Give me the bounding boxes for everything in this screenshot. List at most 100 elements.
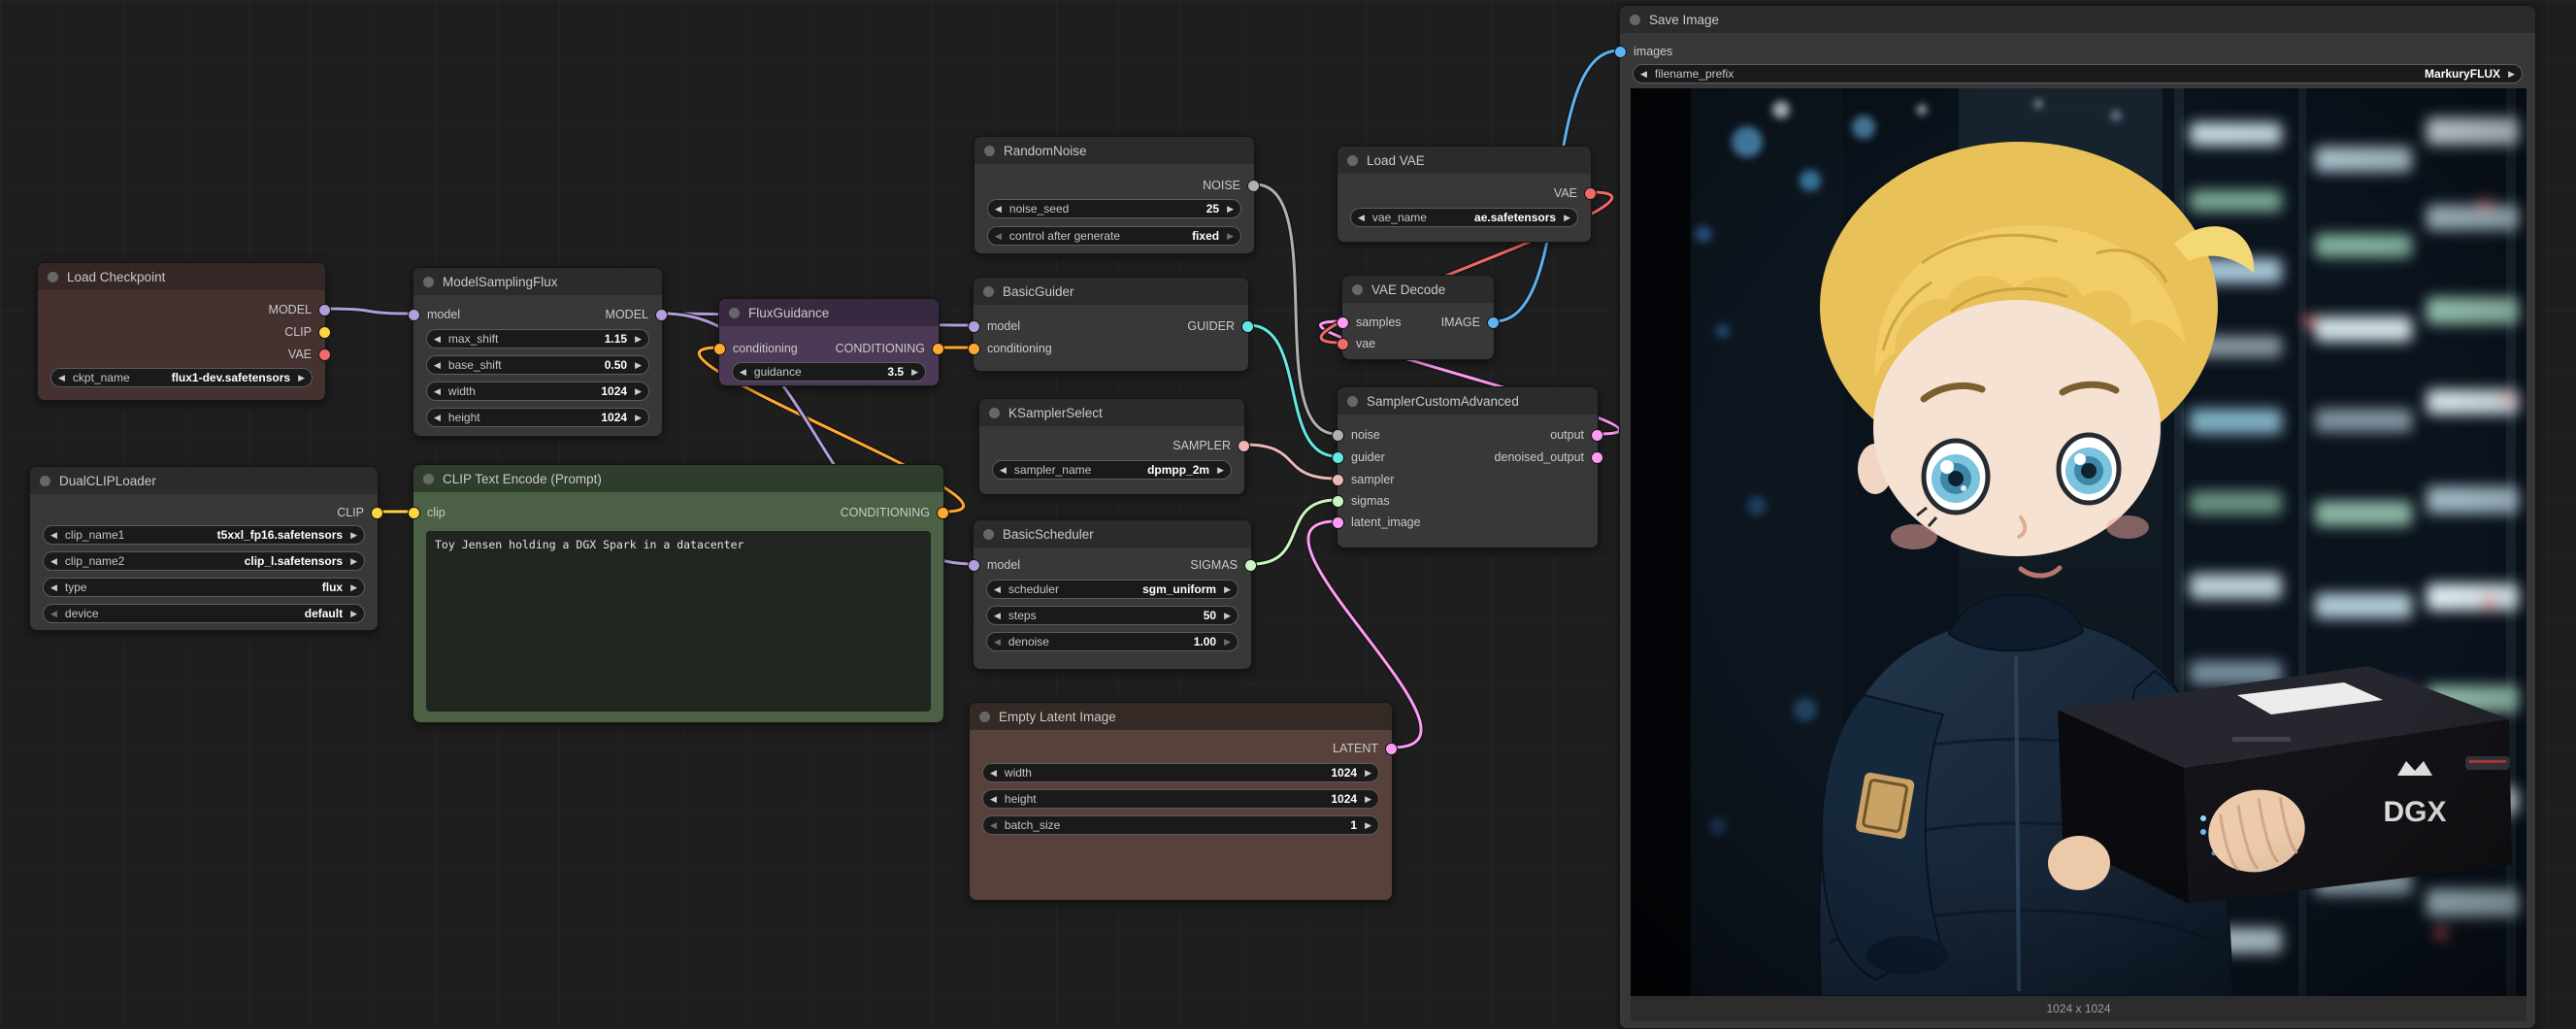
- collapse-dot-icon[interactable]: [40, 476, 50, 486]
- noise-input-dot[interactable]: [1333, 430, 1343, 441]
- widget-steps[interactable]: ◀steps50▶: [986, 606, 1238, 625]
- node-dual-clip-loader[interactable]: DualCLIPLoaderCLIP◀clip_name1t5xxl_fp16.…: [29, 466, 379, 631]
- decrement-arrow-icon[interactable]: ◀: [50, 610, 57, 618]
- node-model-sampling-flux[interactable]: ModelSamplingFluxmodelMODEL◀max_shift1.1…: [413, 267, 663, 437]
- sigmas-input-dot[interactable]: [1333, 496, 1343, 507]
- widget-batch_size[interactable]: ◀batch_size1▶: [982, 815, 1379, 835]
- node-save-image[interactable]: Save Imageimages◀filename_prefixMarkuryF…: [1619, 5, 2536, 1029]
- collapse-dot-icon[interactable]: [983, 286, 994, 297]
- increment-arrow-icon[interactable]: ▶: [635, 361, 642, 370]
- widget-device[interactable]: ◀devicedefault▶: [43, 604, 365, 623]
- collapse-dot-icon[interactable]: [983, 529, 994, 540]
- increment-arrow-icon[interactable]: ▶: [911, 368, 918, 377]
- SIGMAS-output-dot[interactable]: [1245, 560, 1256, 571]
- images-input-dot[interactable]: [1615, 47, 1626, 57]
- node-load-vae[interactable]: Load VAEVAE◀vae_nameae.safetensors▶: [1337, 146, 1592, 243]
- widget-base_shift[interactable]: ◀base_shift0.50▶: [426, 355, 649, 375]
- decrement-arrow-icon[interactable]: ◀: [434, 361, 441, 370]
- widget-height[interactable]: ◀height1024▶: [426, 408, 649, 427]
- increment-arrow-icon[interactable]: ▶: [1227, 232, 1234, 241]
- widget-max_shift[interactable]: ◀max_shift1.15▶: [426, 329, 649, 349]
- sampler-input-dot[interactable]: [1333, 475, 1343, 485]
- node-load-checkpoint[interactable]: Load CheckpointMODELCLIPVAE◀ckpt_nameflu…: [37, 262, 326, 401]
- node-header[interactable]: BasicScheduler: [974, 520, 1251, 548]
- decrement-arrow-icon[interactable]: ◀: [434, 414, 441, 422]
- decrement-arrow-icon[interactable]: ◀: [1358, 214, 1365, 222]
- decrement-arrow-icon[interactable]: ◀: [994, 585, 1001, 594]
- model-input-dot[interactable]: [969, 560, 979, 571]
- increment-arrow-icon[interactable]: ▶: [635, 387, 642, 396]
- increment-arrow-icon[interactable]: ▶: [2508, 70, 2515, 79]
- GUIDER-output-dot[interactable]: [1242, 321, 1253, 332]
- node-ksampler-select[interactable]: KSamplerSelectSAMPLER◀sampler_namedpmpp_…: [978, 398, 1245, 495]
- increment-arrow-icon[interactable]: ▶: [350, 583, 357, 592]
- node-header[interactable]: VAE Decode: [1342, 276, 1494, 303]
- decrement-arrow-icon[interactable]: ◀: [1640, 70, 1647, 79]
- collapse-dot-icon[interactable]: [1347, 396, 1358, 407]
- decrement-arrow-icon[interactable]: ◀: [740, 368, 746, 377]
- widget-scheduler[interactable]: ◀schedulersgm_uniform▶: [986, 580, 1238, 599]
- decrement-arrow-icon[interactable]: ◀: [434, 335, 441, 344]
- collapse-dot-icon[interactable]: [48, 272, 58, 282]
- widget-denoise[interactable]: ◀denoise1.00▶: [986, 632, 1238, 651]
- clip-input-dot[interactable]: [409, 508, 419, 518]
- decrement-arrow-icon[interactable]: ◀: [994, 638, 1001, 647]
- vae-input-dot[interactable]: [1338, 339, 1348, 349]
- IMAGE-output-dot[interactable]: [1488, 317, 1499, 328]
- node-header[interactable]: ModelSamplingFlux: [413, 268, 662, 295]
- conditioning-input-dot[interactable]: [714, 344, 725, 354]
- increment-arrow-icon[interactable]: ▶: [1224, 585, 1231, 594]
- widget-control-after-generate[interactable]: ◀control after generatefixed▶: [987, 226, 1241, 246]
- MODEL-output-dot[interactable]: [656, 310, 667, 320]
- node-empty-latent-image[interactable]: Empty Latent ImageLATENT◀width1024▶◀heig…: [969, 702, 1393, 901]
- model-input-dot[interactable]: [409, 310, 419, 320]
- collapse-dot-icon[interactable]: [729, 308, 740, 318]
- node-header[interactable]: SamplerCustomAdvanced: [1338, 387, 1598, 415]
- increment-arrow-icon[interactable]: ▶: [635, 414, 642, 422]
- decrement-arrow-icon[interactable]: ◀: [58, 374, 65, 382]
- widget-vae_name[interactable]: ◀vae_nameae.safetensors▶: [1350, 208, 1578, 227]
- widget-width[interactable]: ◀width1024▶: [426, 382, 649, 401]
- increment-arrow-icon[interactable]: ▶: [1365, 821, 1371, 830]
- increment-arrow-icon[interactable]: ▶: [1224, 638, 1231, 647]
- increment-arrow-icon[interactable]: ▶: [635, 335, 642, 344]
- widget-clip_name2[interactable]: ◀clip_name2clip_l.safetensors▶: [43, 551, 365, 571]
- node-header[interactable]: Save Image: [1620, 6, 2535, 33]
- collapse-dot-icon[interactable]: [423, 474, 434, 484]
- decrement-arrow-icon[interactable]: ◀: [990, 769, 997, 778]
- node-clip-text-encode[interactable]: CLIP Text Encode (Prompt)clipCONDITIONIN…: [413, 464, 944, 723]
- collapse-dot-icon[interactable]: [1630, 15, 1640, 25]
- node-basic-scheduler[interactable]: BasicSchedulermodelSIGMAS◀schedulersgm_u…: [973, 519, 1252, 670]
- node-header[interactable]: CLIP Text Encode (Prompt): [413, 465, 943, 492]
- samples-input-dot[interactable]: [1338, 317, 1348, 328]
- increment-arrow-icon[interactable]: ▶: [1224, 612, 1231, 620]
- node-header[interactable]: DualCLIPLoader: [30, 467, 378, 494]
- decrement-arrow-icon[interactable]: ◀: [434, 387, 441, 396]
- widget-ckpt_name[interactable]: ◀ckpt_nameflux1-dev.safetensors▶: [50, 368, 313, 387]
- CLIP-output-dot[interactable]: [319, 327, 330, 338]
- denoised_output-output-dot[interactable]: [1592, 452, 1602, 463]
- node-header[interactable]: Load Checkpoint: [38, 263, 325, 290]
- node-header[interactable]: FluxGuidance: [719, 299, 939, 326]
- decrement-arrow-icon[interactable]: ◀: [995, 205, 1002, 214]
- increment-arrow-icon[interactable]: ▶: [298, 374, 305, 382]
- graph-canvas[interactable]: Load CheckpointMODELCLIPVAE◀ckpt_nameflu…: [0, 0, 2576, 1029]
- decrement-arrow-icon[interactable]: ◀: [990, 795, 997, 804]
- node-flux-guidance[interactable]: FluxGuidanceconditioningCONDITIONING◀gui…: [718, 298, 940, 386]
- collapse-dot-icon[interactable]: [1352, 284, 1363, 295]
- node-sampler-custom-advanced[interactable]: SamplerCustomAdvancednoiseguidersamplers…: [1337, 386, 1599, 548]
- output-output-dot[interactable]: [1592, 430, 1602, 441]
- increment-arrow-icon[interactable]: ▶: [1564, 214, 1570, 222]
- widget-height[interactable]: ◀height1024▶: [982, 789, 1379, 809]
- guider-input-dot[interactable]: [1333, 452, 1343, 463]
- decrement-arrow-icon[interactable]: ◀: [990, 821, 997, 830]
- decrement-arrow-icon[interactable]: ◀: [50, 531, 57, 540]
- SAMPLER-output-dot[interactable]: [1238, 441, 1249, 451]
- collapse-dot-icon[interactable]: [984, 146, 995, 156]
- widget-noise_seed[interactable]: ◀noise_seed25▶: [987, 199, 1241, 218]
- node-vae-decode[interactable]: VAE DecodesamplesvaeIMAGE: [1341, 275, 1495, 360]
- VAE-output-dot[interactable]: [1585, 188, 1596, 199]
- widget-filename_prefix[interactable]: ◀filename_prefixMarkuryFLUX▶: [1633, 64, 2523, 83]
- decrement-arrow-icon[interactable]: ◀: [994, 612, 1001, 620]
- decrement-arrow-icon[interactable]: ◀: [995, 232, 1002, 241]
